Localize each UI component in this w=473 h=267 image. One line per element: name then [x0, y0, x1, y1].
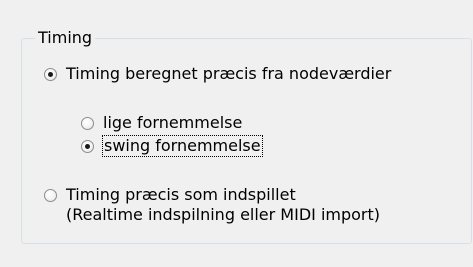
timing-group-title: Timing	[35, 29, 96, 47]
radio-label-calculated: Timing beregnet præcis fra nodeværdier	[66, 64, 392, 83]
radio-swing-feel[interactable]: swing fornemmelse	[81, 135, 263, 157]
radio-label-swing: swing fornemmelse	[102, 135, 263, 157]
radio-label-straight: lige fornemmelse	[103, 113, 243, 132]
radio-sublabel-as-played: (Realtime indspilning eller MIDI import)	[66, 205, 381, 224]
radio-button-calculated[interactable]	[44, 67, 57, 81]
radio-timing-calculated[interactable]: Timing beregnet præcis fra nodeværdier	[44, 64, 391, 84]
radio-timing-as-played[interactable]: Timing præcis som indspillet (Realtime i…	[44, 185, 380, 225]
radio-button-swing[interactable]	[81, 139, 94, 153]
radio-button-as-played[interactable]	[44, 189, 57, 202]
radio-straight-feel[interactable]: lige fornemmelse	[81, 113, 242, 133]
radio-label-as-played: Timing præcis som indspillet	[66, 185, 296, 204]
radio-button-straight[interactable]	[81, 116, 94, 130]
